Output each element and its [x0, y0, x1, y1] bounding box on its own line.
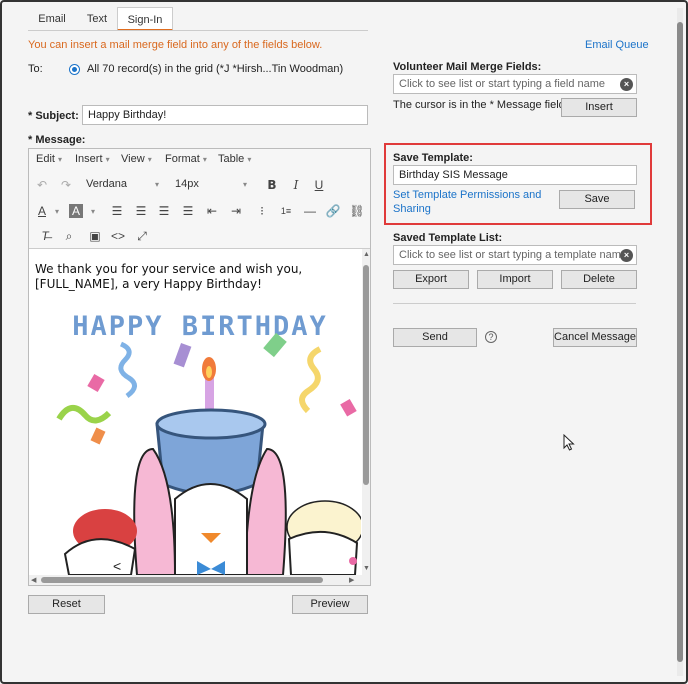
menu-insert[interactable]: Insert ▾ — [75, 153, 110, 165]
email-queue-link[interactable]: Email Queue — [585, 39, 649, 51]
clear-formatting-icon[interactable]: T̶ — [36, 227, 54, 245]
text-color-icon[interactable]: A — [33, 202, 51, 220]
align-right-icon[interactable]: ☰ — [155, 202, 173, 220]
underline-icon[interactable]: U — [310, 176, 328, 194]
mouse-cursor-icon — [563, 434, 575, 451]
font-family-select[interactable]: Verdana — [86, 178, 127, 190]
preview-button[interactable]: Preview — [292, 595, 368, 614]
horizontal-rule-icon[interactable]: — — [301, 202, 319, 220]
subject-label: * Subject: — [28, 110, 79, 122]
merge-field-input[interactable]: Click to see list or start typing a fiel… — [393, 74, 637, 94]
indent-icon[interactable]: ⇥ — [227, 202, 245, 220]
align-left-icon[interactable]: ☰ — [108, 202, 126, 220]
bold-icon[interactable]: B — [263, 176, 281, 194]
insert-image-icon[interactable]: ▣ — [86, 227, 104, 245]
link-icon[interactable]: 🔗 — [324, 202, 342, 220]
message-editor: Edit ▾ Insert ▾ View ▾ Format ▾ Table ▾ … — [28, 148, 371, 586]
message-label: * Message: — [28, 134, 86, 146]
clear-saved-template-icon[interactable]: × — [620, 249, 633, 262]
editor-toolbar: Edit ▾ Insert ▾ View ▾ Format ▾ Table ▾ … — [29, 149, 370, 249]
align-center-icon[interactable]: ☰ — [132, 202, 150, 220]
to-label: To: — [28, 63, 43, 75]
scroll-up-icon[interactable]: ▲ — [363, 251, 370, 258]
font-family-caret-icon: ▾ — [155, 180, 160, 189]
reset-button[interactable]: Reset — [28, 595, 105, 614]
menu-format[interactable]: Format ▾ — [165, 153, 207, 165]
align-justify-icon[interactable]: ☰ — [179, 202, 197, 220]
background-color-icon[interactable]: A — [69, 204, 83, 218]
tab-text[interactable]: Text — [76, 7, 118, 31]
saved-template-input[interactable]: Click to see list or start typing a temp… — [393, 245, 637, 265]
undo-icon[interactable]: ↶ — [33, 176, 51, 194]
illustration-caption: HAPPY BIRTHDAY — [72, 311, 328, 342]
save-template-label: Save Template: — [393, 152, 473, 164]
menu-edit[interactable]: Edit ▾ — [36, 153, 62, 165]
send-button[interactable]: Send — [393, 328, 477, 347]
redo-icon[interactable]: ↷ — [57, 176, 75, 194]
find-replace-icon[interactable]: ⌕ — [60, 227, 78, 245]
template-name-input[interactable]: Birthday SIS Message — [393, 165, 637, 185]
clear-merge-field-icon[interactable]: × — [620, 78, 633, 91]
scroll-down-icon[interactable]: ▼ — [363, 565, 370, 572]
tab-divider — [28, 30, 368, 31]
cursor-note: The cursor is in the * Message field. — [393, 99, 568, 111]
source-code-icon[interactable]: <> — [109, 227, 127, 245]
bullet-list-icon[interactable]: ⁝ — [253, 202, 271, 220]
menu-table[interactable]: Table ▾ — [218, 153, 251, 165]
editor-horizontal-thumb[interactable] — [41, 577, 323, 583]
svg-text:<: < — [113, 558, 121, 574]
saved-templates-label: Saved Template List: — [393, 232, 503, 244]
message-body-text[interactable]: We thank you for your service and wish y… — [35, 262, 355, 292]
export-button[interactable]: Export — [393, 270, 469, 289]
scroll-left-icon[interactable]: ◀ — [31, 576, 36, 584]
tab-email[interactable]: Email — [28, 7, 76, 31]
text-color-caret-icon: ▾ — [55, 207, 60, 216]
merge-notice: You can insert a mail merge field into a… — [28, 39, 323, 51]
editor-horizontal-scrollbar[interactable]: ◀ ▶ — [29, 575, 370, 585]
import-button[interactable]: Import — [477, 270, 553, 289]
birthday-illustration: HAPPY BIRTHDAY < — [56, 311, 361, 575]
merge-fields-label: Volunteer Mail Merge Fields: — [393, 61, 542, 73]
recipients-text: All 70 record(s) in the grid (*J *Hirsh.… — [87, 63, 344, 75]
editor-vertical-thumb[interactable] — [363, 265, 369, 485]
insert-button[interactable]: Insert — [561, 98, 637, 117]
font-size-select[interactable]: 14px — [175, 178, 199, 190]
editor-vertical-scrollbar[interactable]: ▲ ▼ — [362, 249, 370, 575]
window-scrollbar[interactable] — [677, 8, 683, 676]
menu-view[interactable]: View ▾ — [121, 153, 152, 165]
scroll-right-icon[interactable]: ▶ — [349, 576, 354, 584]
outdent-icon[interactable]: ⇤ — [203, 202, 221, 220]
right-column-divider — [393, 303, 636, 304]
numbered-list-icon[interactable]: 1≡ — [277, 202, 295, 220]
recipients-radio[interactable] — [69, 64, 80, 75]
font-size-caret-icon: ▾ — [243, 180, 248, 189]
save-button[interactable]: Save — [559, 190, 635, 209]
italic-icon[interactable]: I — [287, 176, 305, 194]
unlink-icon[interactable]: ⛓ — [348, 202, 366, 220]
background-color-caret-icon: ▾ — [91, 207, 96, 216]
cancel-message-button[interactable]: Cancel Message — [553, 328, 637, 347]
delete-button[interactable]: Delete — [561, 270, 637, 289]
template-permissions-link[interactable]: Set Template Permissions and Sharing — [393, 188, 543, 216]
tab-sign-in[interactable]: Sign-In — [117, 7, 173, 31]
window-scrollbar-thumb[interactable] — [677, 22, 683, 662]
help-icon[interactable]: ? — [485, 331, 497, 343]
fullscreen-icon[interactable]: ⤢ — [133, 227, 151, 245]
subject-input[interactable]: Happy Birthday! — [82, 105, 368, 125]
